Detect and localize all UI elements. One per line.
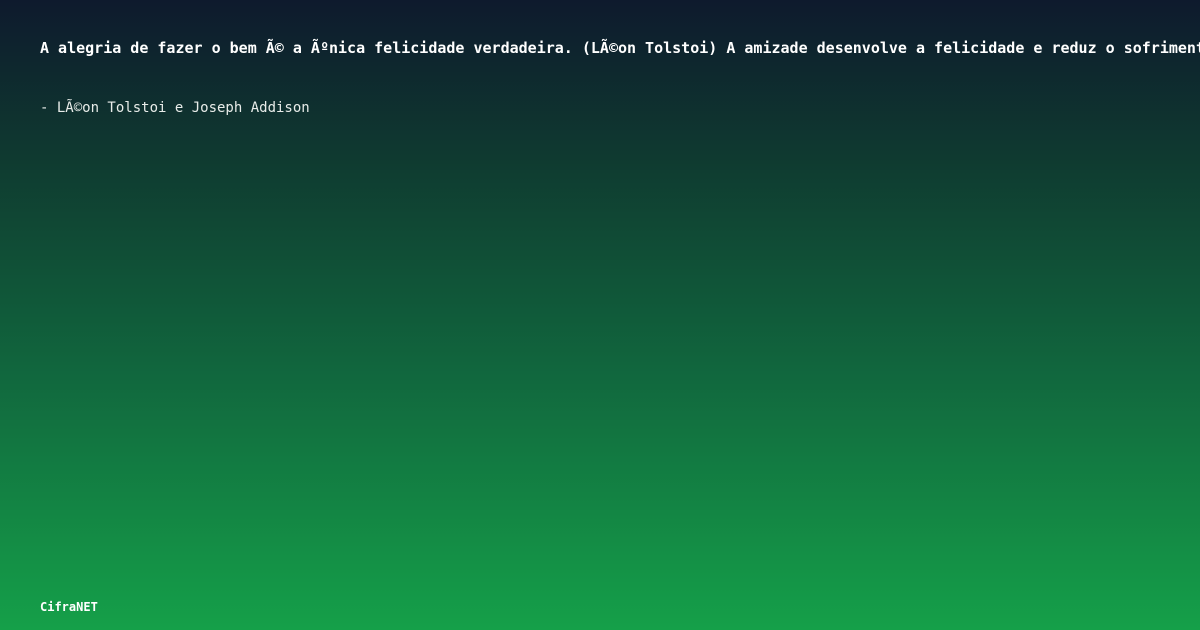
brand-name: CifraNET bbox=[40, 600, 98, 614]
quote-text: A alegria de fazer o bem Ã© a Ãºnica fel… bbox=[40, 39, 1200, 57]
quote-author: - LÃ©on Tolstoi e Joseph Addison bbox=[40, 100, 310, 116]
quote-card: A alegria de fazer o bem Ã© a Ãºnica fel… bbox=[0, 0, 1200, 630]
